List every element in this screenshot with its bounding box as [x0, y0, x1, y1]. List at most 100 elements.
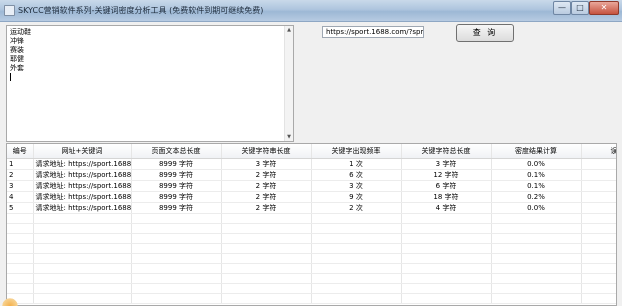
table-cell: 2%: [581, 202, 616, 214]
empty-cell: [221, 273, 312, 284]
table-cell: 请求地址: https://sport.1688....: [33, 202, 132, 214]
empty-cell: [491, 253, 582, 264]
keywords-text: 运动鞋 冲锋 赛装 耶健 外套: [10, 28, 31, 81]
query-button[interactable]: 查 询: [456, 24, 514, 42]
empty-cell: [33, 283, 132, 294]
empty-cell: [581, 263, 616, 274]
table-cell: 2%: [581, 191, 616, 203]
keywords-scrollbar[interactable]: ▲ ▼: [284, 26, 293, 141]
column-header[interactable]: 网址+关键词: [33, 144, 132, 159]
empty-row: [7, 273, 616, 284]
table-cell: 4: [7, 191, 34, 203]
table-row[interactable]: 2 请求地址: https://sport.1688.... 8999 字符 2 字符…: [7, 169, 616, 181]
empty-cell: [7, 223, 34, 234]
empty-cell: [221, 243, 312, 254]
empty-cell: [491, 213, 582, 224]
empty-cell: [131, 293, 222, 304]
empty-cell: [33, 213, 132, 224]
empty-cell: [221, 223, 312, 234]
empty-cell: [33, 243, 132, 254]
table-cell: 1: [7, 158, 34, 170]
empty-cell: [33, 273, 132, 284]
table-cell: 4 字符: [401, 202, 492, 214]
empty-cell: [401, 243, 492, 254]
empty-cell: [221, 293, 312, 304]
table-header-row: 编号 网址+关键词 页面文本总长度 关键字符串长度 关键字出现频率 关键字符总长度 密度结果…: [7, 144, 616, 159]
column-header[interactable]: 密度结果计算: [491, 144, 582, 159]
table-cell: 9 次: [311, 191, 402, 203]
empty-cell: [581, 283, 616, 294]
table-cell: 3 次: [311, 180, 402, 192]
table-cell: 2 次: [311, 202, 402, 214]
empty-cell: [33, 233, 132, 244]
results-grid[interactable]: 编号 网址+关键词 页面文本总长度 关键字符串长度 关键字出现频率 关键字符总长度 密度结果…: [6, 143, 617, 306]
empty-cell: [7, 213, 34, 224]
empty-cell: [131, 243, 222, 254]
table-row[interactable]: 4 请求地址: https://sport.1688.... 8999 字符 2 字符…: [7, 191, 616, 203]
table-body: 1 请求地址: https://sport.1688.... 8999 字符 3 字符…: [7, 158, 616, 304]
empty-cell: [581, 223, 616, 234]
table-cell: 0.1%: [491, 180, 582, 192]
keyword-line: 耶健: [10, 55, 24, 63]
empty-cell: [311, 213, 402, 224]
table-cell: 8999 字符: [131, 202, 222, 214]
empty-cell: [131, 273, 222, 284]
empty-cell: [401, 223, 492, 234]
table-cell: 1 次: [311, 158, 402, 170]
empty-cell: [401, 253, 492, 264]
empty-cell: [491, 243, 582, 254]
empty-cell: [221, 253, 312, 264]
column-header[interactable]: 关键字出现频率: [311, 144, 402, 159]
column-header[interactable]: 误: [581, 144, 616, 159]
empty-cell: [131, 213, 222, 224]
empty-cell: [581, 233, 616, 244]
empty-cell: [7, 233, 34, 244]
empty-cell: [491, 293, 582, 304]
table-cell: 6 次: [311, 169, 402, 181]
table-cell: 2 字符: [221, 180, 312, 192]
table-cell: 3 字符: [401, 158, 492, 170]
empty-cell: [131, 253, 222, 264]
scroll-down-icon[interactable]: ▼: [285, 133, 293, 141]
table-row[interactable]: 1 请求地址: https://sport.1688.... 8999 字符 3 字符…: [7, 158, 616, 170]
empty-cell: [401, 213, 492, 224]
url-input[interactable]: https://sport.1688.com/?spm=a: [322, 26, 424, 38]
empty-row: [7, 263, 616, 274]
table-cell: 18 字符: [401, 191, 492, 203]
empty-cell: [131, 233, 222, 244]
empty-cell: [401, 233, 492, 244]
empty-row: [7, 233, 616, 244]
empty-row: [7, 293, 616, 304]
empty-cell: [311, 233, 402, 244]
empty-row: [7, 243, 616, 254]
column-header[interactable]: 关键字符串长度: [221, 144, 312, 159]
column-header[interactable]: 关键字符总长度: [401, 144, 492, 159]
text-caret: [10, 73, 11, 81]
minimize-button[interactable]: —: [553, 1, 571, 15]
close-button[interactable]: ✕: [589, 1, 619, 15]
empty-cell: [401, 283, 492, 294]
scroll-up-icon[interactable]: ▲: [285, 26, 293, 34]
maximize-button[interactable]: □: [571, 1, 589, 15]
table-cell: 5: [7, 202, 34, 214]
empty-cell: [7, 253, 34, 264]
empty-cell: [581, 243, 616, 254]
empty-cell: [221, 213, 312, 224]
table-cell: 6 字符: [401, 180, 492, 192]
column-header[interactable]: 页面文本总长度: [131, 144, 222, 159]
empty-cell: [491, 273, 582, 284]
empty-cell: [581, 213, 616, 224]
empty-row: [7, 283, 616, 294]
column-header[interactable]: 编号: [7, 144, 34, 159]
empty-cell: [7, 243, 34, 254]
empty-row: [7, 253, 616, 264]
empty-cell: [491, 263, 582, 274]
table-cell: 2 字符: [221, 169, 312, 181]
empty-cell: [311, 273, 402, 284]
table-row[interactable]: 5 请求地址: https://sport.1688.... 8999 字符 2 字符…: [7, 202, 616, 214]
table-row[interactable]: 3 请求地址: https://sport.1688.... 8999 字符 2 字符…: [7, 180, 616, 192]
empty-cell: [311, 253, 402, 264]
table-cell: 2: [7, 169, 34, 181]
keyword-line: 外套: [10, 64, 24, 72]
keywords-textarea[interactable]: 运动鞋 冲锋 赛装 耶健 外套 ▲ ▼: [6, 25, 294, 142]
